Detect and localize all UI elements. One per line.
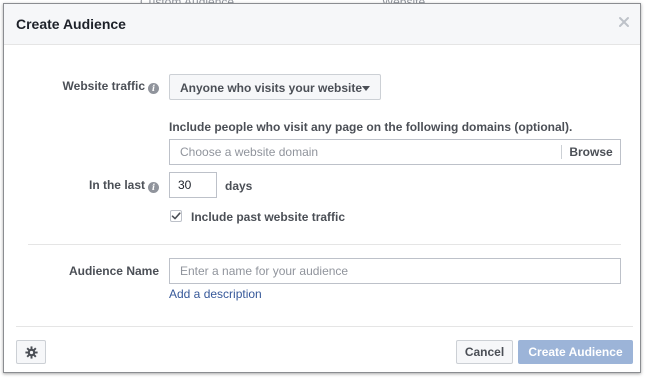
days-input[interactable] bbox=[169, 172, 217, 198]
website-traffic-label-row: Website traffic i bbox=[63, 79, 159, 94]
gear-icon bbox=[25, 346, 38, 359]
website-traffic-selected: Anyone who visits your website bbox=[180, 81, 363, 95]
create-audience-button[interactable]: Create Audience bbox=[518, 340, 633, 364]
section-divider bbox=[28, 244, 621, 245]
audience-name-label: Audience Name bbox=[68, 264, 159, 278]
browse-button[interactable]: Browse bbox=[562, 140, 620, 164]
include-past-traffic-label: Include past website traffic bbox=[191, 210, 346, 224]
cancel-button[interactable]: Cancel bbox=[456, 340, 513, 364]
days-unit-label: days bbox=[225, 179, 253, 193]
settings-button[interactable] bbox=[16, 340, 46, 364]
domains-hint: Include people who visit any page on the… bbox=[169, 120, 573, 134]
audience-name-input[interactable] bbox=[169, 258, 621, 284]
include-past-traffic-checkbox[interactable] bbox=[170, 210, 182, 222]
website-traffic-label: Website traffic bbox=[62, 79, 145, 93]
website-traffic-dropdown[interactable]: Anyone who visits your website bbox=[169, 74, 381, 100]
info-icon[interactable]: i bbox=[148, 83, 159, 94]
dialog-title: Create Audience bbox=[16, 16, 126, 32]
in-the-last-label: In the last bbox=[88, 178, 145, 192]
domain-input-wrapper: Browse bbox=[169, 139, 621, 165]
dialog-header: Create Audience bbox=[4, 4, 640, 45]
add-description-link[interactable]: Add a description bbox=[169, 287, 262, 301]
checkmark-icon bbox=[171, 212, 181, 220]
create-audience-dialog: Create Audience Website traffic i Anyone … bbox=[3, 3, 641, 373]
footer-divider bbox=[16, 326, 633, 327]
close-icon[interactable] bbox=[616, 14, 632, 30]
info-icon[interactable]: i bbox=[148, 182, 159, 193]
domain-input[interactable] bbox=[170, 140, 560, 164]
in-the-last-label-row: In the last i bbox=[89, 178, 159, 193]
caret-down-icon bbox=[362, 86, 370, 91]
